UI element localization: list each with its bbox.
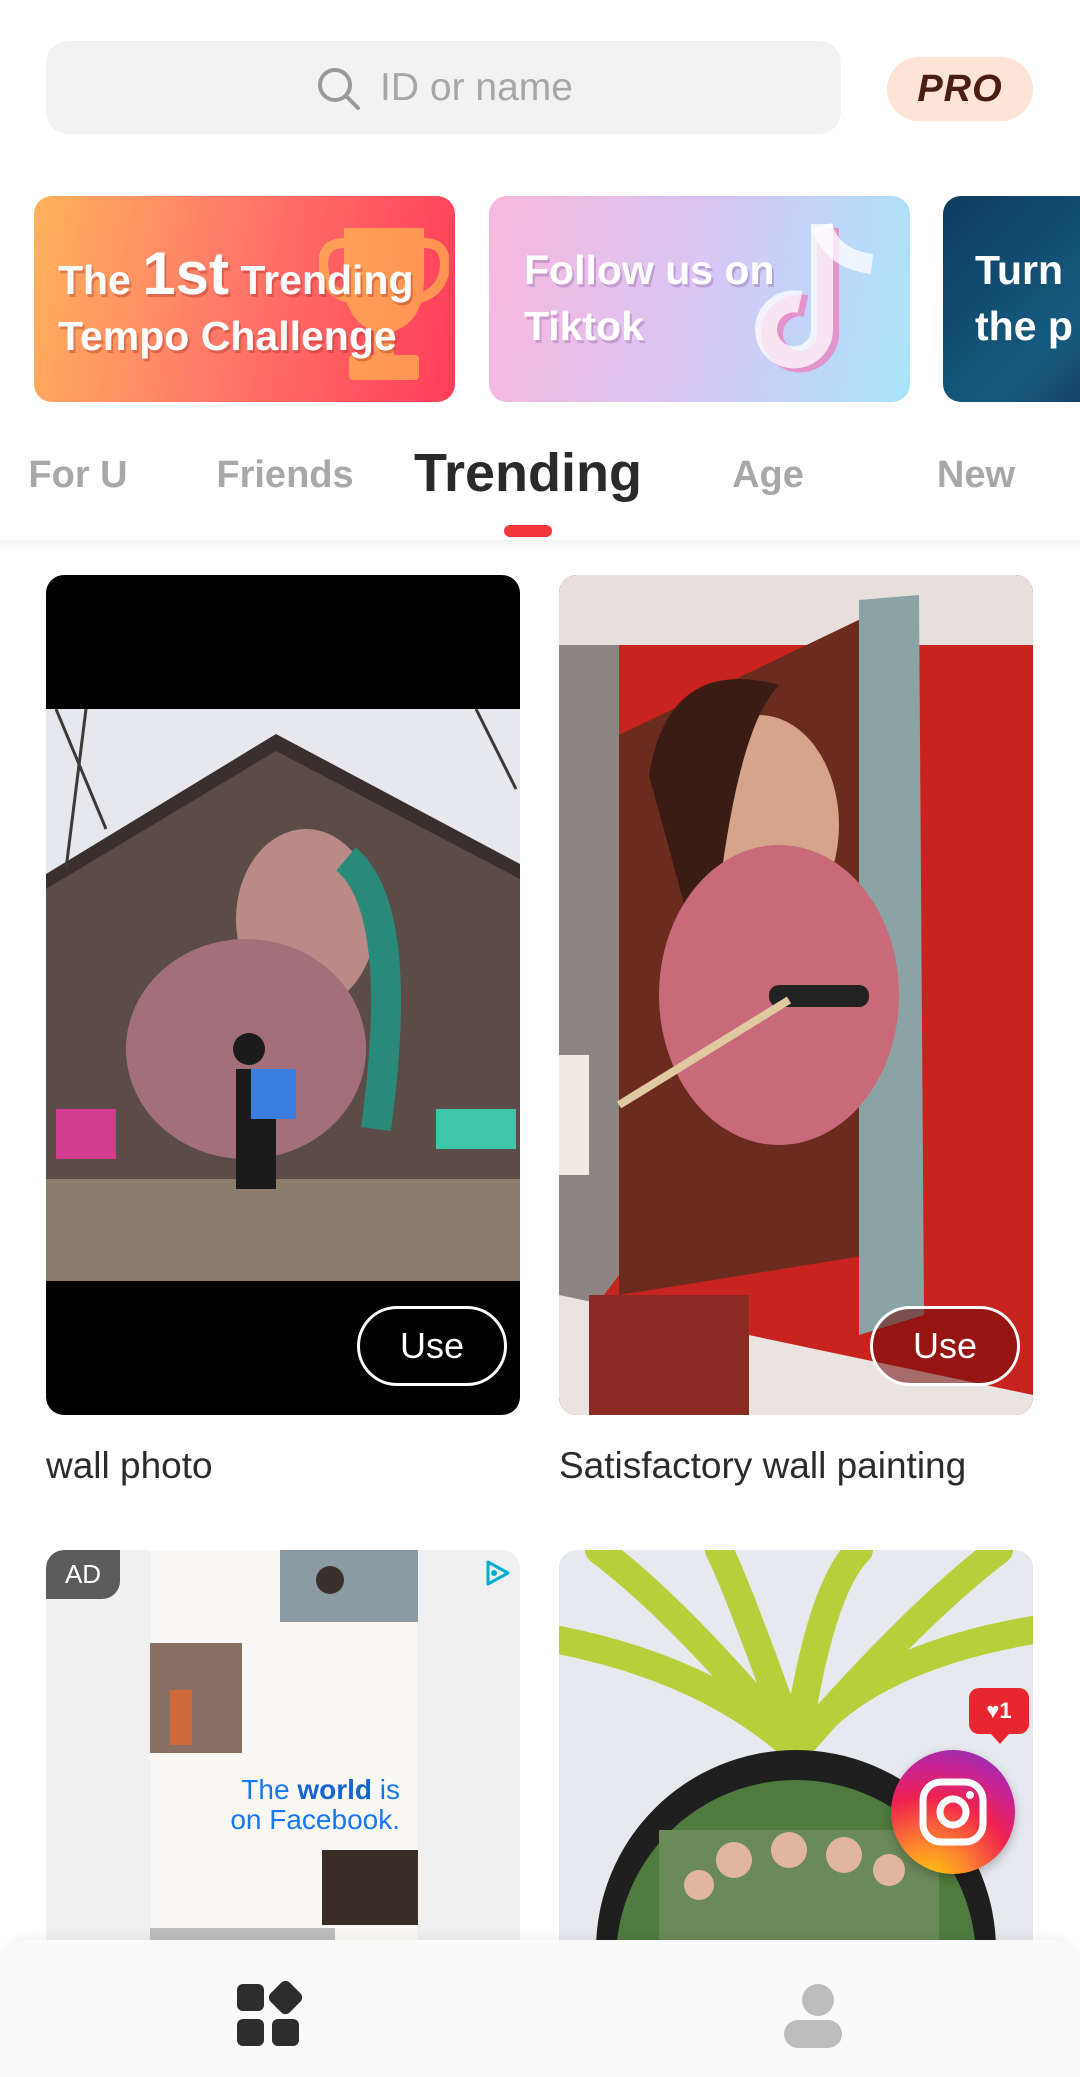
like-notification-badge[interactable]: ♥ 1 [969, 1688, 1029, 1744]
instagram-button[interactable] [891, 1750, 1015, 1874]
tab-age[interactable]: Age [732, 454, 804, 497]
bottom-navigation [0, 1940, 1080, 2077]
card-title: wall photo [46, 1445, 213, 1486]
banner-tempo-challenge[interactable]: The 1st Trending Tempo Challenge [34, 196, 455, 402]
card-thumbnail [559, 575, 1033, 1415]
template-card-wall-photo[interactable]: Use [46, 575, 520, 1415]
instagram-icon [919, 1778, 987, 1846]
adchoices-icon[interactable] [480, 1556, 514, 1590]
like-count: 1 [999, 1698, 1012, 1723]
pro-button[interactable]: PRO [887, 57, 1033, 121]
banner-text: Turn the p [975, 247, 1073, 349]
ad-creative: The world is on Facebook. [150, 1550, 418, 1950]
ad-badge: AD [46, 1550, 120, 1599]
tab-friends[interactable]: Friends [216, 454, 353, 497]
use-button[interactable]: Use [357, 1306, 507, 1386]
screen: ID or name PRO The 1st Trending Tempo Cha… [0, 0, 1080, 2077]
ad-photos [150, 1550, 418, 1950]
tab-new[interactable]: New [937, 454, 1015, 497]
template-card-wall-painting[interactable]: Use [559, 575, 1033, 1415]
use-button[interactable]: Use [870, 1306, 1020, 1386]
banner-text: Follow us on Tiktok [524, 247, 775, 349]
card-thumbnail [46, 709, 520, 1281]
profile-icon[interactable] [778, 1980, 848, 2050]
banner-carousel[interactable]: The 1st Trending Tempo Challenge Follow u… [0, 196, 1080, 402]
tab-for-u[interactable]: For U [28, 454, 127, 497]
tabs-divider [0, 540, 1080, 552]
ad-headline: The world is on Facebook. [230, 1774, 400, 1835]
heart-icon: ♥ [986, 1698, 1000, 1723]
tab-trending[interactable]: Trending [414, 442, 642, 504]
banner-follow-tiktok[interactable]: Follow us on Tiktok [489, 196, 910, 402]
grid-home-icon[interactable] [233, 1980, 303, 2050]
search-placeholder: ID or name [380, 65, 573, 109]
search-icon [318, 67, 361, 110]
banner-text: The 1st Trending Tempo Challenge [58, 240, 414, 360]
banner-turn-the-page[interactable]: Turn the p [943, 196, 1080, 402]
ad-card[interactable]: The world is on Facebook. AD [46, 1550, 520, 1950]
category-tabs: For U Friends Trending Age New [0, 430, 1080, 540]
active-tab-indicator [504, 525, 552, 537]
search-bar[interactable]: ID or name [46, 41, 841, 134]
card-title: Satisfactory wall painting [559, 1445, 967, 1486]
